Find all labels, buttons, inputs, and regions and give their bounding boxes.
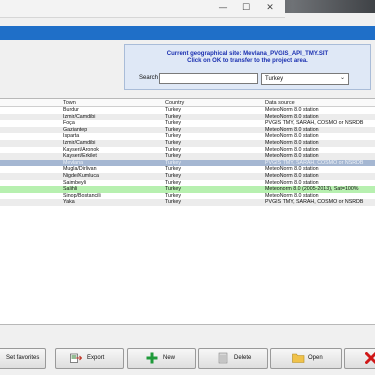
- maximize-icon[interactable]: ☐: [235, 2, 257, 14]
- table-row[interactable]: Saimbeyli Turkey MeteoNorm 8.0 station: [0, 180, 375, 187]
- cell-town: Burdur: [63, 107, 79, 113]
- column-header-country[interactable]: Country: [165, 100, 184, 106]
- transfer-hint: Click on OK to transfer to the project a…: [187, 58, 308, 64]
- cell-data-source: PVGIS TMY, SARAH, COSMO or NSRDB: [265, 120, 364, 127]
- cell-town: Yaka: [63, 199, 75, 206]
- country-select-value: Turkey: [265, 76, 284, 82]
- cell-town: Nigde/Kumluca: [63, 172, 99, 179]
- cell-data-source: MeteoNorm 8.0 station: [265, 153, 319, 160]
- cell-town: Izmir/Camdibi: [63, 139, 96, 146]
- cell-data-source: MeteoNorm 8.0 station: [265, 107, 319, 113]
- chevron-down-icon: ⌄: [339, 74, 345, 81]
- export-button[interactable]: Export: [55, 348, 124, 369]
- cell-country: Turkey: [165, 107, 181, 113]
- cell-country: Turkey: [165, 166, 181, 173]
- delete-icon: [218, 352, 228, 364]
- close-button[interactable]: [344, 348, 375, 369]
- table-row[interactable]: Izmir/Camdibi Turkey MeteoNorm 8.0 station: [0, 139, 375, 147]
- cell-country: Turkey: [165, 172, 181, 179]
- cell-town: Foça: [63, 120, 75, 127]
- table-row[interactable]: Sinop/Bostancili Turkey MeteoNorm 8.0 stat…: [0, 193, 375, 200]
- cell-data-source: MeteoNorm 8.0 station: [265, 146, 319, 153]
- cell-country: Turkey: [165, 159, 181, 166]
- table-row[interactable]: Mugla/Dirlivan Turkey MeteoNorm 8.0 statio…: [0, 166, 375, 173]
- cell-country: Turkey: [165, 120, 181, 127]
- cell-town: Salihli: [63, 186, 78, 193]
- table-row[interactable]: Burdur Turkey MeteoNorm 8.0 station: [0, 107, 375, 114]
- search-label: Search: [139, 75, 159, 81]
- set-favorites-label: Set favorites: [6, 355, 40, 361]
- table-row[interactable]: Isparta Turkey MeteoNorm 8.0 station: [0, 133, 375, 140]
- delete-button[interactable]: Delete: [198, 348, 268, 369]
- cell-data-source: MeteoNorm 8.0 station: [265, 113, 319, 120]
- table-row[interactable]: Izmir/Camdibi Turkey MeteoNorm 8.0 station: [0, 113, 375, 121]
- table-header: Town Country Data source: [0, 99, 375, 107]
- cell-town: Mevlana: [63, 159, 84, 166]
- header-band: [0, 26, 375, 40]
- minimize-icon[interactable]: —: [212, 2, 234, 14]
- cell-country: Turkey: [165, 153, 181, 160]
- table-body: Burdur Turkey MeteoNorm 8.0 station Izmir/C…: [0, 107, 375, 206]
- close-window-icon[interactable]: ✕: [259, 2, 281, 14]
- cell-country: Turkey: [165, 146, 181, 153]
- cell-data-source: Meteonorm 8.0 (2005-2013), Sat=100%: [265, 186, 359, 193]
- delete-label: Delete: [234, 355, 252, 361]
- cell-data-source: MeteoNorm 8.0 station: [265, 166, 319, 173]
- cell-town: Isparta: [63, 133, 80, 140]
- column-header-data-source[interactable]: Data source: [265, 100, 295, 106]
- export-label: Export: [87, 355, 105, 361]
- set-favorites-button[interactable]: Set favorites: [0, 348, 46, 369]
- site-info-panel: Current geographical site: Mevlana_PVGIS…: [124, 44, 371, 90]
- cell-town: Sinop/Bostancili: [63, 192, 101, 199]
- cell-country: Turkey: [165, 179, 181, 186]
- cell-data-source: MeteoNorm 8.0 station: [265, 192, 319, 199]
- cell-town: Mugla/Dirlivan: [63, 166, 97, 173]
- open-label: Open: [308, 355, 323, 361]
- country-select[interactable]: Turkey ⌄: [261, 73, 349, 85]
- cell-country: Turkey: [165, 126, 181, 133]
- cell-country: Turkey: [165, 199, 181, 206]
- cell-data-source: PVGIS TMY, SARAH, COSMO or NSRDB: [265, 159, 364, 166]
- table-row[interactable]: Kayseri/Aronok Turkey MeteoNorm 8.0 statio…: [0, 147, 375, 154]
- table-row[interactable]: Salihli Turkey Meteonorm 8.0 (2005-2013), …: [0, 186, 375, 193]
- cell-town: Izmir/Camdibi: [63, 113, 96, 120]
- cell-town: Kayseri/Aronok: [63, 146, 99, 153]
- cell-town: Saimbeyli: [63, 179, 86, 186]
- cell-data-source: MeteoNorm 8.0 station: [265, 139, 319, 146]
- sites-table: Town Country Data source Burdur Turkey Met…: [0, 98, 375, 325]
- cell-country: Turkey: [165, 113, 181, 120]
- open-button[interactable]: Open: [270, 348, 342, 369]
- cell-data-source: MeteoNorm 8.0 station: [265, 133, 319, 140]
- cell-country: Turkey: [165, 186, 181, 193]
- table-row[interactable]: Mevlana Turkey PVGIS TMY, SARAH, COSMO or …: [0, 159, 375, 167]
- new-label: New: [163, 355, 176, 361]
- table-row[interactable]: Gaziantep Turkey MeteoNorm 8.0 station: [0, 126, 375, 134]
- new-button[interactable]: New: [127, 348, 196, 369]
- cell-data-source: PVGIS TMY, SARAH, COSMO or NSRDB: [265, 199, 364, 206]
- column-header-town[interactable]: Town: [63, 100, 76, 106]
- cell-data-source: MeteoNorm 8.0 station: [265, 172, 319, 179]
- table-row[interactable]: Nigde/Kumluca Turkey MeteoNorm 8.0 station: [0, 172, 375, 180]
- cell-data-source: MeteoNorm 8.0 station: [265, 179, 319, 186]
- cell-town: Kayseri/Erkilet: [63, 153, 97, 160]
- search-input[interactable]: [159, 73, 258, 84]
- cell-country: Turkey: [165, 133, 181, 140]
- table-row[interactable]: Yaka Turkey PVGIS TMY, SARAH, COSMO or NSR…: [0, 199, 375, 206]
- plus-icon: [146, 352, 158, 364]
- cell-town: Gaziantep: [63, 126, 88, 133]
- cell-data-source: MeteoNorm 8.0 station: [265, 126, 319, 133]
- table-row[interactable]: Foça Turkey PVGIS TMY, SARAH, COSMO or NSR…: [0, 120, 375, 127]
- cell-country: Turkey: [165, 139, 181, 146]
- close-icon: [365, 352, 375, 364]
- export-icon: [70, 353, 82, 363]
- window-titlebar: — ☐ ✕: [0, 0, 285, 18]
- table-row[interactable]: Kayseri/Erkilet Turkey MeteoNorm 8.0 stati…: [0, 153, 375, 160]
- current-site-label: Current geographical site: Mevlana_PVGIS…: [166, 51, 329, 57]
- folder-icon: [292, 353, 305, 363]
- cell-country: Turkey: [165, 192, 181, 199]
